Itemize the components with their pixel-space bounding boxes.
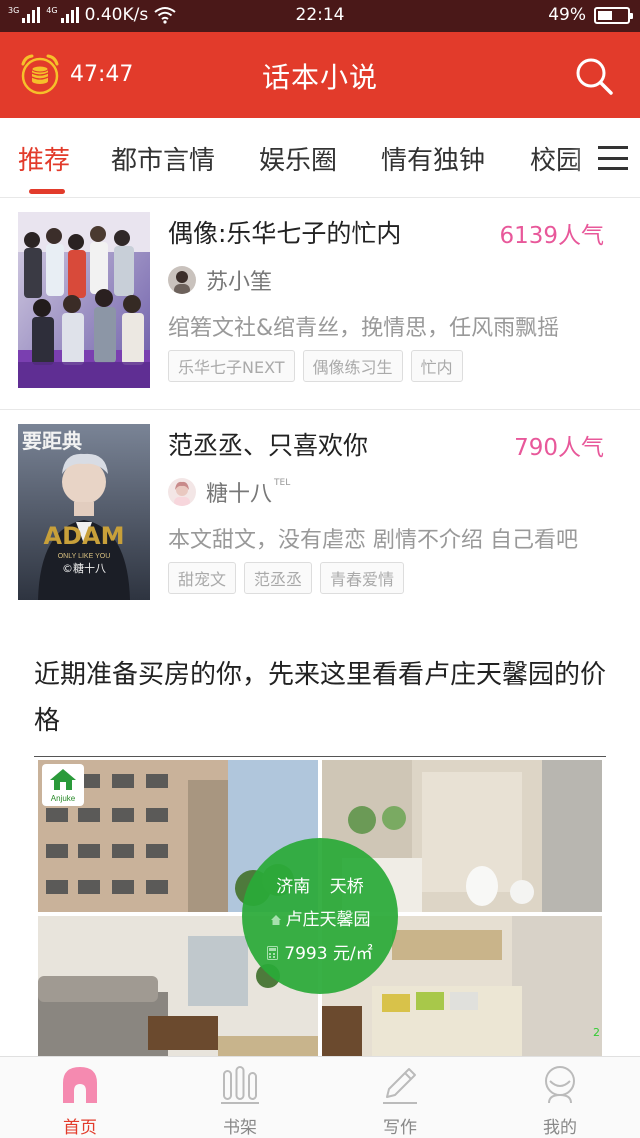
app-title: 话本小说: [261, 61, 378, 94]
book-tag[interactable]: 甜宠文: [168, 562, 237, 594]
category-tabs: 推荐 都市言情 娱乐圈 情有独钟 校园: [0, 118, 640, 198]
nav-write[interactable]: 写作: [320, 1057, 480, 1138]
book-title[interactable]: 偶像:乐华七子的忙内: [168, 214, 401, 250]
book-description: 绾箬文社&绾青丝，挽情思，任风雨飘摇: [168, 316, 560, 341]
author-name: 苏小筀: [206, 270, 273, 295]
price-badge[interactable]: 济南 天桥 卢庄天馨园 7993 元/㎡: [242, 838, 398, 994]
profile-icon: [545, 1066, 575, 1104]
battery-icon: [594, 6, 633, 24]
ad-headline[interactable]: 近期准备买房的你，先来这里看看卢庄天馨园的价格: [34, 652, 614, 744]
book-tags: 乐华七子NEXT 偶像练习生 忙内: [168, 350, 463, 382]
popularity-count: 790人气: [514, 435, 604, 461]
book-item[interactable]: 偶像:乐华七子的忙内 6139人气 苏小筀 绾箬文社&绾青丝，挽情思，任风雨飘摇…: [0, 198, 640, 410]
nav-me[interactable]: 我的: [480, 1057, 640, 1138]
anjuke-logo: Anjuke: [42, 764, 84, 806]
clock: 22:14: [295, 5, 345, 25]
book-title[interactable]: 范丞丞、只喜欢你: [168, 426, 368, 462]
book-author[interactable]: 糖十八 TEL: [168, 476, 290, 508]
svg-text:ONLY LIKE YOU: ONLY LIKE YOU: [58, 553, 111, 560]
book-tag[interactable]: 忙内: [410, 350, 463, 382]
ad-banner[interactable]: 近期准备买房的你，先来这里看看卢庄天馨园的价格 Anjuke 济南 天桥 卢庄天…: [0, 620, 640, 1060]
book-tag[interactable]: 青春爱情: [320, 562, 405, 594]
ad-district: 天桥: [329, 877, 364, 897]
ad-divider: [34, 756, 606, 757]
app-header: 47:47 话本小说: [0, 32, 640, 118]
tab-urban-romance[interactable]: 都市言情: [111, 140, 215, 177]
calculator-icon: [267, 946, 279, 960]
book-tags: 甜宠文 范丞丞 青春爱情: [168, 562, 405, 594]
status-right: 49%: [548, 5, 633, 25]
menu-icon[interactable]: [598, 146, 628, 170]
book-tag[interactable]: 乐华七子NEXT: [168, 350, 295, 382]
book-tag[interactable]: 范丞丞: [244, 562, 313, 594]
bottom-nav: 首页 书架 写作 我的: [0, 1056, 640, 1138]
home-icon: [63, 1067, 97, 1103]
nav-bookshelf-label: 书架: [223, 1118, 257, 1138]
svg-text:ADAM: ADAM: [44, 522, 125, 550]
book-cover[interactable]: 要距典 ADAM ONLY LIKE YOU ©糖十八: [18, 424, 150, 600]
ad-city: 济南: [276, 877, 311, 897]
popularity-count: 6139人气: [499, 223, 604, 249]
nav-home[interactable]: 首页: [0, 1057, 160, 1138]
book-cover[interactable]: [18, 212, 150, 388]
author-badge: TEL: [274, 478, 291, 488]
book-description: 本文甜文，没有虐恋 剧情不介绍 自己看吧: [168, 528, 578, 553]
status-bar: 3G 4G 0.40K/s 22:14 49%: [0, 0, 640, 32]
book-author[interactable]: 苏小筀: [168, 264, 272, 296]
ad-price: 7993 元/㎡: [242, 939, 398, 964]
tab-recommend[interactable]: 推荐: [18, 140, 70, 177]
house-icon: [270, 915, 281, 925]
cover-image: 要距典 ADAM ONLY LIKE YOU ©糖十八: [18, 424, 150, 600]
nav-bookshelf[interactable]: 书架: [160, 1057, 320, 1138]
nav-write-label: 写作: [383, 1118, 417, 1138]
bookshelf-icon: [221, 1066, 259, 1104]
ad-page-indicator: 2: [593, 1026, 600, 1039]
tab-devoted[interactable]: 情有独钟: [381, 140, 485, 177]
book-item[interactable]: 要距典 ADAM ONLY LIKE YOU ©糖十八 范丞丞、只喜欢你 790…: [0, 410, 640, 622]
pen-icon: [383, 1068, 417, 1104]
ad-community: 卢庄天馨园: [242, 905, 398, 930]
active-tab-indicator: [29, 189, 65, 194]
tab-entertainment[interactable]: 娱乐圈: [259, 140, 337, 177]
svg-text:要距典: 要距典: [22, 429, 82, 453]
nav-home-label: 首页: [63, 1118, 97, 1138]
battery-percent: 49%: [548, 5, 586, 25]
cover-image: [18, 212, 150, 388]
svg-text:©糖十八: ©糖十八: [62, 561, 106, 575]
book-tag[interactable]: 偶像练习生: [302, 350, 403, 382]
author-name: 糖十八: [206, 482, 273, 507]
author-avatar: [168, 266, 196, 294]
nav-me-label: 我的: [543, 1118, 577, 1138]
ad-photo-grid[interactable]: Anjuke 济南 天桥 卢庄天馨园 7993 元/㎡: [38, 760, 602, 1060]
author-avatar: [168, 478, 196, 506]
search-icon[interactable]: [574, 56, 614, 96]
